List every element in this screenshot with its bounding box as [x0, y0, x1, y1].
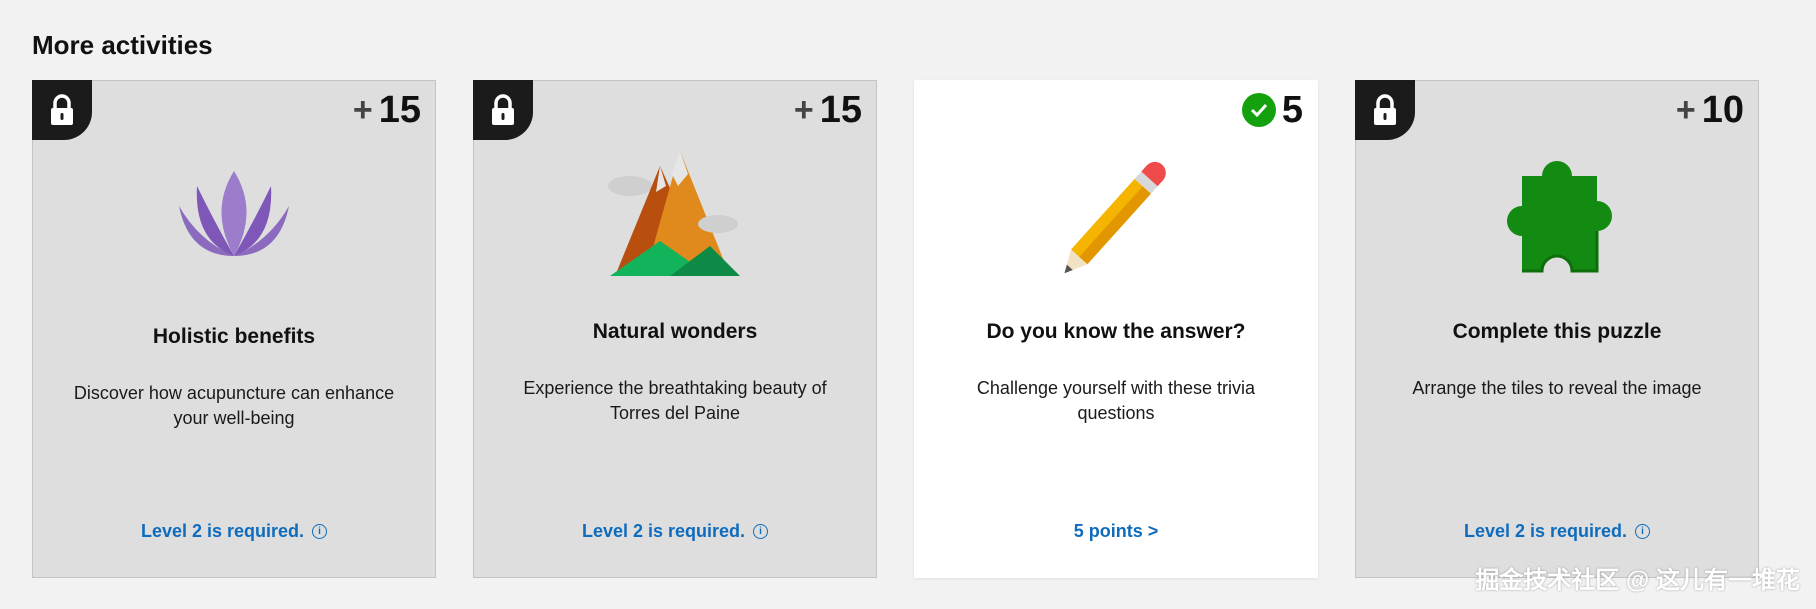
points-badge: + 15 — [353, 91, 421, 129]
card-title: Do you know the answer? — [986, 320, 1246, 343]
section-title: More activities — [32, 30, 213, 60]
mountain-icon — [474, 141, 876, 291]
points-badge: + 15 — [794, 91, 862, 129]
points-value: 10 — [1701, 89, 1744, 131]
level-requirement-link[interactable]: Level 2 is required. i — [474, 521, 876, 542]
card-description: Discover how acupuncture can enhance you… — [73, 383, 395, 428]
check-icon — [1241, 93, 1276, 127]
activity-card-trivia[interactable]: 5 Do you know the answer? Challenge your… — [914, 80, 1318, 578]
card-title: Holistic benefits — [152, 325, 316, 348]
lock-icon — [1355, 80, 1415, 140]
lock-icon — [473, 80, 533, 140]
points-prefix: + — [352, 91, 373, 129]
info-icon[interactable]: i — [753, 524, 769, 539]
points-value: 5 — [1281, 89, 1303, 131]
card-description: Challenge yourself with these trivia que… — [976, 378, 1256, 423]
points-value: 15 — [819, 89, 862, 131]
points-prefix: + — [1675, 91, 1696, 129]
card-description: Experience the breathtaking beauty of To… — [523, 378, 827, 423]
points-link[interactable]: 5 points > — [915, 521, 1317, 542]
requirement-text: Level 2 is required. — [140, 521, 305, 541]
card-title: Natural wonders — [592, 320, 758, 343]
level-requirement-link[interactable]: Level 2 is required. i — [33, 521, 435, 542]
activity-card-puzzle[interactable]: + 10 Complete this puzzle Arrange the ti… — [1355, 80, 1759, 578]
info-icon[interactable]: i — [312, 524, 328, 539]
points-link-text: 5 points > — [1073, 521, 1159, 541]
points-badge: + 10 — [1676, 91, 1744, 129]
lotus-icon — [33, 141, 435, 291]
points-value: 15 — [378, 89, 421, 131]
watermark: 掘金技术社区 @ 这儿有一堆花 — [1475, 567, 1800, 594]
lock-icon — [32, 80, 92, 140]
activity-card-holistic-benefits[interactable]: + 15 Holistic benefits Discover how acup… — [32, 80, 436, 578]
pencil-icon — [915, 141, 1317, 291]
info-icon[interactable]: i — [1635, 524, 1651, 539]
card-title: Complete this puzzle — [1452, 320, 1662, 343]
requirement-text: Level 2 is required. — [581, 521, 746, 541]
requirement-text: Level 2 is required. — [1463, 521, 1628, 541]
level-requirement-link[interactable]: Level 2 is required. i — [1356, 521, 1758, 542]
card-description: Arrange the tiles to reveal the image — [1412, 378, 1702, 398]
points-badge: 5 — [1241, 89, 1303, 131]
activity-card-natural-wonders[interactable]: + 15 Natural wonders Experience the brea… — [473, 80, 877, 578]
puzzle-piece-icon — [1356, 141, 1758, 291]
points-prefix: + — [793, 91, 814, 129]
